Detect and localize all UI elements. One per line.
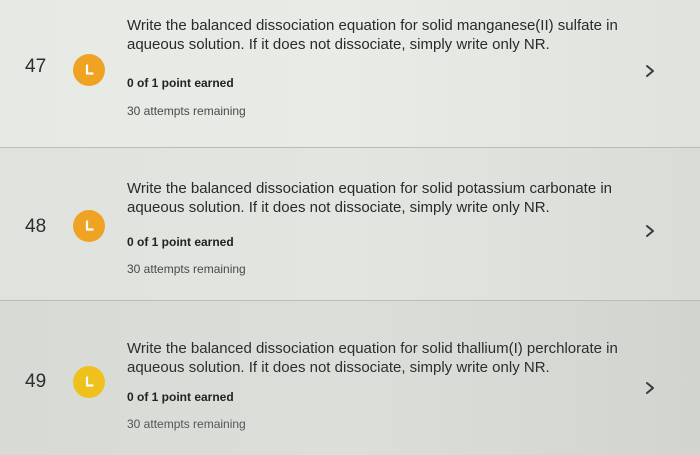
lowercase-l-icon: [73, 210, 105, 242]
question-number: 48: [25, 216, 47, 237]
attempts-remaining: 30 attempts remaining: [127, 417, 246, 431]
lowercase-l-icon: [73, 54, 105, 86]
score-text: 0 of 1 point earned: [127, 76, 234, 90]
chevron-right-icon[interactable]: [643, 381, 657, 395]
question-prompt: Write the balanced dissociation equation…: [127, 340, 618, 376]
question-prompt: Write the balanced dissociation equation…: [127, 17, 618, 53]
question-number: 49: [25, 371, 47, 392]
question-list: 47 Write the balanced dissociation equat…: [0, 0, 700, 455]
question-row[interactable]: 48 Write the balanced dissociation equat…: [0, 148, 700, 301]
question-prompt: Write the balanced dissociation equation…: [127, 180, 613, 216]
question-number: 47: [25, 56, 47, 77]
score-text: 0 of 1 point earned: [127, 235, 234, 249]
question-row[interactable]: 47 Write the balanced dissociation equat…: [0, 0, 700, 148]
lowercase-l-icon: [73, 366, 105, 398]
chevron-right-icon[interactable]: [643, 64, 657, 78]
question-row[interactable]: 49 Write the balanced dissociation equat…: [0, 301, 700, 455]
chevron-right-icon[interactable]: [643, 224, 657, 238]
attempts-remaining: 30 attempts remaining: [127, 262, 246, 276]
attempts-remaining: 30 attempts remaining: [127, 104, 246, 118]
score-text: 0 of 1 point earned: [127, 390, 234, 404]
